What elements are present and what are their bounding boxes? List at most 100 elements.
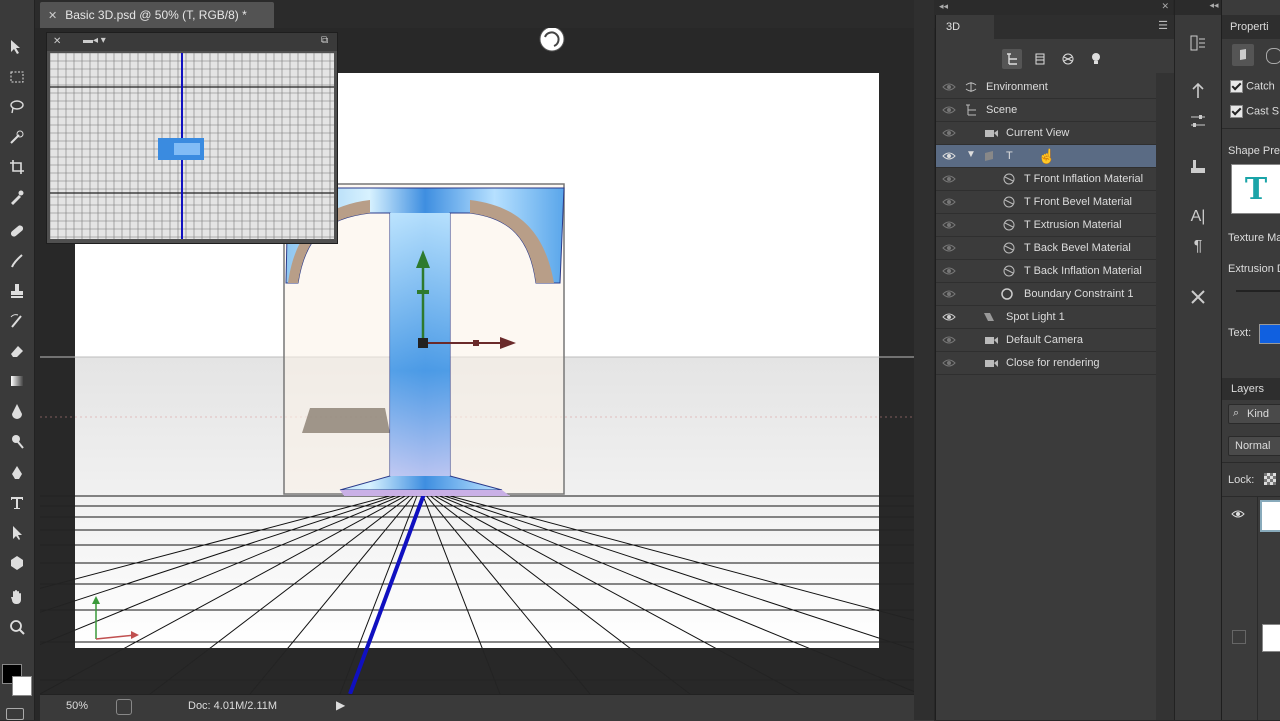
layer-visibility-empty[interactable] [1232, 630, 1246, 644]
camera-icon [984, 333, 998, 347]
tool-presets-icon[interactable] [1187, 286, 1209, 308]
strip-collapse-icon[interactable]: ◂◂ [1175, 0, 1221, 15]
eraser-tool-icon[interactable] [5, 340, 29, 362]
divider [1222, 496, 1280, 497]
visibility-eye-icon[interactable] [942, 150, 956, 162]
scene-item-material[interactable]: T Back Bevel Material [936, 237, 1156, 260]
search-icon: ⌕ [1233, 407, 1240, 419]
scene-item-label: T Extrusion Material [1024, 219, 1122, 231]
brush-tool-icon[interactable] [5, 250, 29, 272]
panel-menu-icon[interactable]: ☰ [1158, 19, 1168, 32]
scene-item-current-view[interactable]: Current View [936, 122, 1156, 145]
crop-tool-icon[interactable] [5, 156, 29, 178]
eyedropper-tool-icon[interactable] [5, 186, 29, 208]
scene-item-material[interactable]: T Front Inflation Material [936, 168, 1156, 191]
tab-layers[interactable]: Layers [1231, 383, 1264, 395]
timing-icon[interactable] [116, 699, 132, 715]
visibility-eye-icon[interactable] [942, 127, 956, 139]
pen-tool-icon[interactable] [5, 462, 29, 484]
3d-panel-tabbar: 3D ☰ [936, 15, 1174, 39]
close-view-icon[interactable]: ✕ [53, 36, 61, 47]
shape-tool-icon[interactable] [5, 552, 29, 574]
gradient-tool-icon[interactable] [5, 370, 29, 392]
scene-item-default-camera[interactable]: Default Camera [936, 329, 1156, 352]
scene-item-environment[interactable]: Environment [936, 76, 1156, 99]
character-panel-icon[interactable]: A| [1187, 206, 1209, 228]
type-tool-icon[interactable] [5, 492, 29, 514]
visibility-eye-icon[interactable] [942, 288, 956, 300]
brush-preset-panel-icon[interactable] [1187, 156, 1209, 178]
close-tab-icon[interactable]: ✕ [48, 9, 57, 22]
extrusion-depth-slider[interactable] [1236, 290, 1280, 292]
history-panel-icon[interactable] [1187, 32, 1209, 54]
adjustments-panel-icon[interactable] [1187, 110, 1209, 132]
zoom-level[interactable]: 50% [66, 700, 88, 712]
layer-visibility-eye-icon[interactable] [1230, 508, 1246, 523]
status-menu-arrow-icon[interactable]: ▶ [336, 698, 345, 712]
scene-item-scene[interactable]: Scene [936, 99, 1156, 122]
quick-mask-icon[interactable] [6, 708, 24, 720]
visibility-eye-icon[interactable] [942, 81, 956, 93]
tools-panel [0, 0, 35, 720]
view-camera-icon[interactable]: ▬◂ ▾ [83, 35, 106, 46]
canvas-area[interactable]: ✕ ▬◂ ▾ ⧉ [40, 28, 914, 694]
quick-select-tool-icon[interactable] [5, 126, 29, 148]
visibility-eye-icon[interactable] [942, 311, 956, 323]
mesh-filter-icon[interactable] [1030, 49, 1050, 69]
materials-filter-icon[interactable] [1058, 49, 1078, 69]
layer-filter-kind[interactable]: ⌕ Kind [1228, 404, 1280, 424]
visibility-eye-icon[interactable] [942, 104, 956, 116]
scene-filter-icon[interactable] [1002, 49, 1022, 69]
shape-preset-thumbnail[interactable]: T [1231, 164, 1280, 214]
visibility-eye-icon[interactable] [942, 265, 956, 277]
visibility-eye-icon[interactable] [942, 219, 956, 231]
actions-panel-icon[interactable] [1187, 80, 1209, 102]
3d-secondary-view[interactable]: ✕ ▬◂ ▾ ⧉ [46, 32, 338, 244]
visibility-eye-icon[interactable] [942, 334, 956, 346]
move-tool-icon[interactable] [5, 36, 29, 58]
panel-collapse-bar[interactable]: ◂◂ ✕ [935, 0, 1173, 15]
scene-item-material[interactable]: T Back Inflation Material [936, 260, 1156, 283]
lasso-tool-icon[interactable] [5, 96, 29, 118]
scene-item-material[interactable]: T Front Bevel Material [936, 191, 1156, 214]
scene-item-label: Close for rendering [1006, 357, 1100, 369]
path-selection-tool-icon[interactable] [5, 522, 29, 544]
scene-item-spot-light[interactable]: Spot Light 1 [936, 306, 1156, 329]
scene-item-t-mesh[interactable]: ▼ T ☝ [936, 145, 1156, 168]
scene-scrollbar[interactable] [1156, 73, 1174, 720]
hand-tool-icon[interactable] [5, 586, 29, 608]
stamp-tool-icon[interactable] [5, 280, 29, 302]
expand-triangle-icon[interactable]: ▼ [966, 149, 976, 160]
visibility-eye-icon[interactable] [942, 196, 956, 208]
lock-transparency-icon[interactable] [1264, 473, 1276, 485]
scene-item-close-for-rendering[interactable]: Close for rendering [936, 352, 1156, 375]
dodge-tool-icon[interactable] [5, 430, 29, 452]
blur-tool-icon[interactable] [5, 400, 29, 422]
lock-label: Lock: [1228, 474, 1255, 486]
document-tab[interactable]: ✕ Basic 3D.psd @ 50% (T, RGB/8) * [40, 2, 274, 28]
scene-item-material[interactable]: T Extrusion Material [936, 214, 1156, 237]
3d-layer-thumbnail[interactable] [1260, 500, 1280, 532]
catch-shadows-checkbox[interactable]: Catch [1230, 80, 1275, 93]
zoom-tool-icon[interactable] [5, 616, 29, 638]
visibility-eye-icon[interactable] [942, 242, 956, 254]
visibility-eye-icon[interactable] [942, 173, 956, 185]
texture-mapping-label: Texture Ma [1228, 232, 1280, 244]
tab-properties[interactable]: Properti [1230, 21, 1269, 33]
mesh-properties-icon[interactable] [1232, 44, 1254, 66]
scene-item-boundary-constraint[interactable]: Boundary Constraint 1 [936, 283, 1156, 306]
text-color-swatch[interactable] [1259, 324, 1280, 344]
background-color-swatch[interactable] [12, 676, 32, 696]
marquee-tool-icon[interactable] [5, 66, 29, 88]
healing-brush-tool-icon[interactable] [5, 220, 29, 242]
deform-properties-icon[interactable] [1266, 48, 1280, 64]
visibility-eye-icon[interactable] [942, 357, 956, 369]
blend-mode-select[interactable]: Normal [1228, 436, 1280, 456]
paragraph-panel-icon[interactable]: ¶ [1187, 236, 1209, 258]
cast-shadows-checkbox[interactable]: Cast S [1230, 105, 1279, 118]
background-layer-thumbnail[interactable] [1262, 624, 1280, 652]
swap-view-icon[interactable]: ⧉ [321, 35, 328, 46]
lights-filter-icon[interactable] [1086, 49, 1106, 69]
history-brush-tool-icon[interactable] [5, 310, 29, 332]
tab-3d[interactable]: 3D [936, 15, 994, 39]
